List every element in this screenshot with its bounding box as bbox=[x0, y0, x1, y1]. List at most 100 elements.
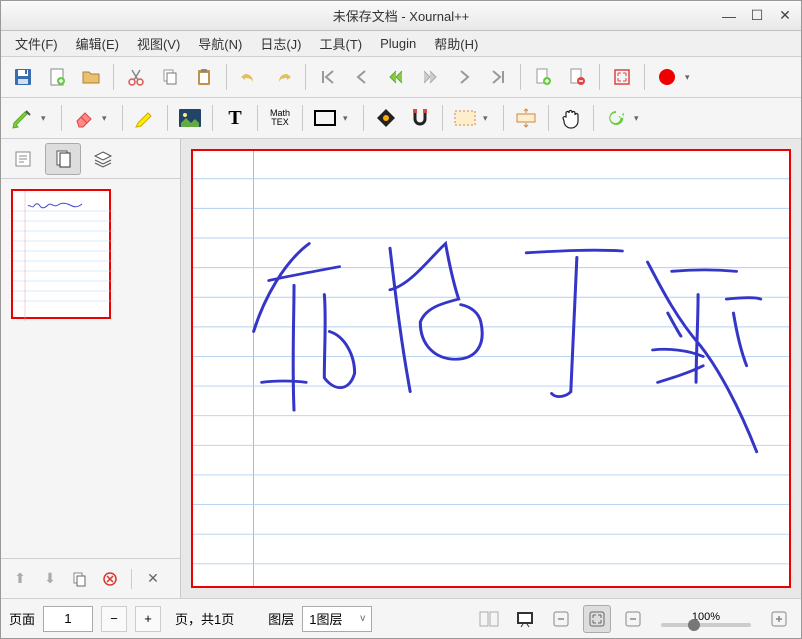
open-button[interactable] bbox=[75, 61, 107, 93]
window-controls: — ☐ ✕ bbox=[721, 8, 793, 24]
separator bbox=[644, 64, 645, 90]
move-up-button[interactable]: ⬆ bbox=[7, 566, 33, 592]
cut-button[interactable] bbox=[120, 61, 152, 93]
annotated-next-button[interactable] bbox=[414, 61, 446, 93]
duplicate-button[interactable] bbox=[67, 566, 93, 592]
pen-dropdown[interactable]: ▾ bbox=[41, 113, 55, 124]
separator bbox=[167, 105, 168, 131]
handwriting-ink bbox=[254, 244, 761, 452]
menu-nav[interactable]: 导航(N) bbox=[190, 31, 250, 56]
eraser-tool-button[interactable] bbox=[68, 102, 100, 134]
page-number-input[interactable] bbox=[43, 606, 93, 632]
separator bbox=[548, 105, 549, 131]
toolbar-main: ▾ bbox=[1, 57, 801, 98]
separator bbox=[302, 105, 303, 131]
shape-dropdown[interactable]: ▾ bbox=[343, 113, 357, 124]
separator bbox=[257, 105, 258, 131]
select-rect-button[interactable] bbox=[449, 102, 481, 134]
menu-log[interactable]: 日志(J) bbox=[252, 31, 309, 56]
menu-view[interactable]: 视图(V) bbox=[129, 31, 188, 56]
close-sidebar-button[interactable]: ✕ bbox=[140, 566, 166, 592]
image-tool-button[interactable] bbox=[174, 102, 206, 134]
shape-tool-button[interactable] bbox=[309, 102, 341, 134]
mathtex-tool-button[interactable]: MathTEX bbox=[264, 102, 296, 134]
insert-page-button[interactable] bbox=[527, 61, 559, 93]
menubar: 文件(F) 编辑(E) 视图(V) 导航(N) 日志(J) 工具(T) Plug… bbox=[1, 31, 801, 57]
prev-page-button[interactable] bbox=[346, 61, 378, 93]
separator bbox=[113, 64, 114, 90]
delete-button[interactable] bbox=[97, 566, 123, 592]
menu-plugin[interactable]: Plugin bbox=[372, 33, 424, 54]
separator bbox=[131, 569, 132, 589]
save-button[interactable] bbox=[7, 61, 39, 93]
copy-button[interactable] bbox=[154, 61, 186, 93]
minimize-button[interactable]: — bbox=[721, 8, 737, 24]
delete-page-button[interactable] bbox=[561, 61, 593, 93]
page-decrement-button[interactable]: − bbox=[101, 606, 127, 632]
last-page-button[interactable] bbox=[482, 61, 514, 93]
page-increment-button[interactable]: + bbox=[135, 606, 161, 632]
canvas-area[interactable] bbox=[181, 139, 801, 598]
sidebar-tab-layers[interactable] bbox=[85, 143, 121, 175]
statusbar: 页面 − + 页，共1页 图层 1图层 v 100% bbox=[1, 598, 801, 638]
shape-recognizer-button[interactable] bbox=[370, 102, 402, 134]
move-down-button[interactable]: ⬇ bbox=[37, 566, 63, 592]
zoom-fit-button[interactable] bbox=[583, 605, 611, 633]
hand-tool-button[interactable] bbox=[555, 102, 587, 134]
zoom-slider[interactable] bbox=[661, 623, 751, 627]
presentation-button[interactable] bbox=[511, 605, 539, 633]
refresh-dropdown[interactable]: ▾ bbox=[634, 113, 648, 124]
sidebar: ⬆ ⬇ ✕ bbox=[1, 139, 181, 598]
next-page-button[interactable] bbox=[448, 61, 480, 93]
sidebar-tab-bookmarks[interactable] bbox=[5, 143, 41, 175]
separator bbox=[442, 105, 443, 131]
sidebar-tabs bbox=[1, 139, 180, 179]
separator bbox=[61, 105, 62, 131]
page-total-label: 页，共1页 bbox=[175, 609, 234, 628]
main-area: ⬆ ⬇ ✕ bbox=[1, 139, 801, 598]
layer-value: 1图层 bbox=[309, 609, 342, 628]
text-tool-button[interactable]: T bbox=[219, 102, 251, 134]
separator bbox=[122, 105, 123, 131]
fullscreen-button[interactable] bbox=[606, 61, 638, 93]
zoom-100-button[interactable] bbox=[619, 605, 647, 633]
menu-help[interactable]: 帮助(H) bbox=[426, 31, 486, 56]
paired-pages-button[interactable] bbox=[475, 605, 503, 633]
menu-tools[interactable]: 工具(T) bbox=[312, 31, 371, 56]
first-page-button[interactable] bbox=[312, 61, 344, 93]
sidebar-tab-thumbnails[interactable] bbox=[45, 143, 81, 175]
separator bbox=[599, 64, 600, 90]
highlighter-tool-button[interactable] bbox=[129, 102, 161, 134]
eraser-dropdown[interactable]: ▾ bbox=[102, 113, 116, 124]
separator bbox=[305, 64, 306, 90]
snap-button[interactable] bbox=[404, 102, 436, 134]
page-thumbnail-1[interactable] bbox=[11, 189, 111, 319]
pen-tool-button[interactable] bbox=[7, 102, 39, 134]
close-button[interactable]: ✕ bbox=[777, 8, 793, 24]
select-dropdown[interactable]: ▾ bbox=[483, 113, 497, 124]
zoom-out-button[interactable] bbox=[547, 605, 575, 633]
separator bbox=[593, 105, 594, 131]
undo-button[interactable] bbox=[233, 61, 265, 93]
vertical-space-button[interactable] bbox=[510, 102, 542, 134]
menu-edit[interactable]: 编辑(E) bbox=[68, 31, 127, 56]
paste-button[interactable] bbox=[188, 61, 220, 93]
zoom-slider-thumb[interactable] bbox=[688, 619, 700, 631]
separator bbox=[363, 105, 364, 131]
document-page[interactable] bbox=[191, 149, 791, 588]
zoom-in-button[interactable] bbox=[765, 605, 793, 633]
layer-select[interactable]: 1图层 v bbox=[302, 606, 372, 632]
mathtex-label: MathTEX bbox=[270, 109, 290, 127]
layer-label: 图层 bbox=[268, 609, 294, 628]
app-window: 未保存文档 - Xournal++ — ☐ ✕ 文件(F) 编辑(E) 视图(V… bbox=[0, 0, 802, 639]
maximize-button[interactable]: ☐ bbox=[749, 8, 765, 24]
color-red-button[interactable] bbox=[651, 61, 683, 93]
page-label: 页面 bbox=[9, 609, 35, 628]
color-dropdown[interactable]: ▾ bbox=[685, 72, 699, 83]
new-button[interactable] bbox=[41, 61, 73, 93]
annotated-prev-button[interactable] bbox=[380, 61, 412, 93]
menu-file[interactable]: 文件(F) bbox=[7, 31, 66, 56]
redo-button[interactable] bbox=[267, 61, 299, 93]
separator bbox=[503, 105, 504, 131]
refresh-button[interactable] bbox=[600, 102, 632, 134]
